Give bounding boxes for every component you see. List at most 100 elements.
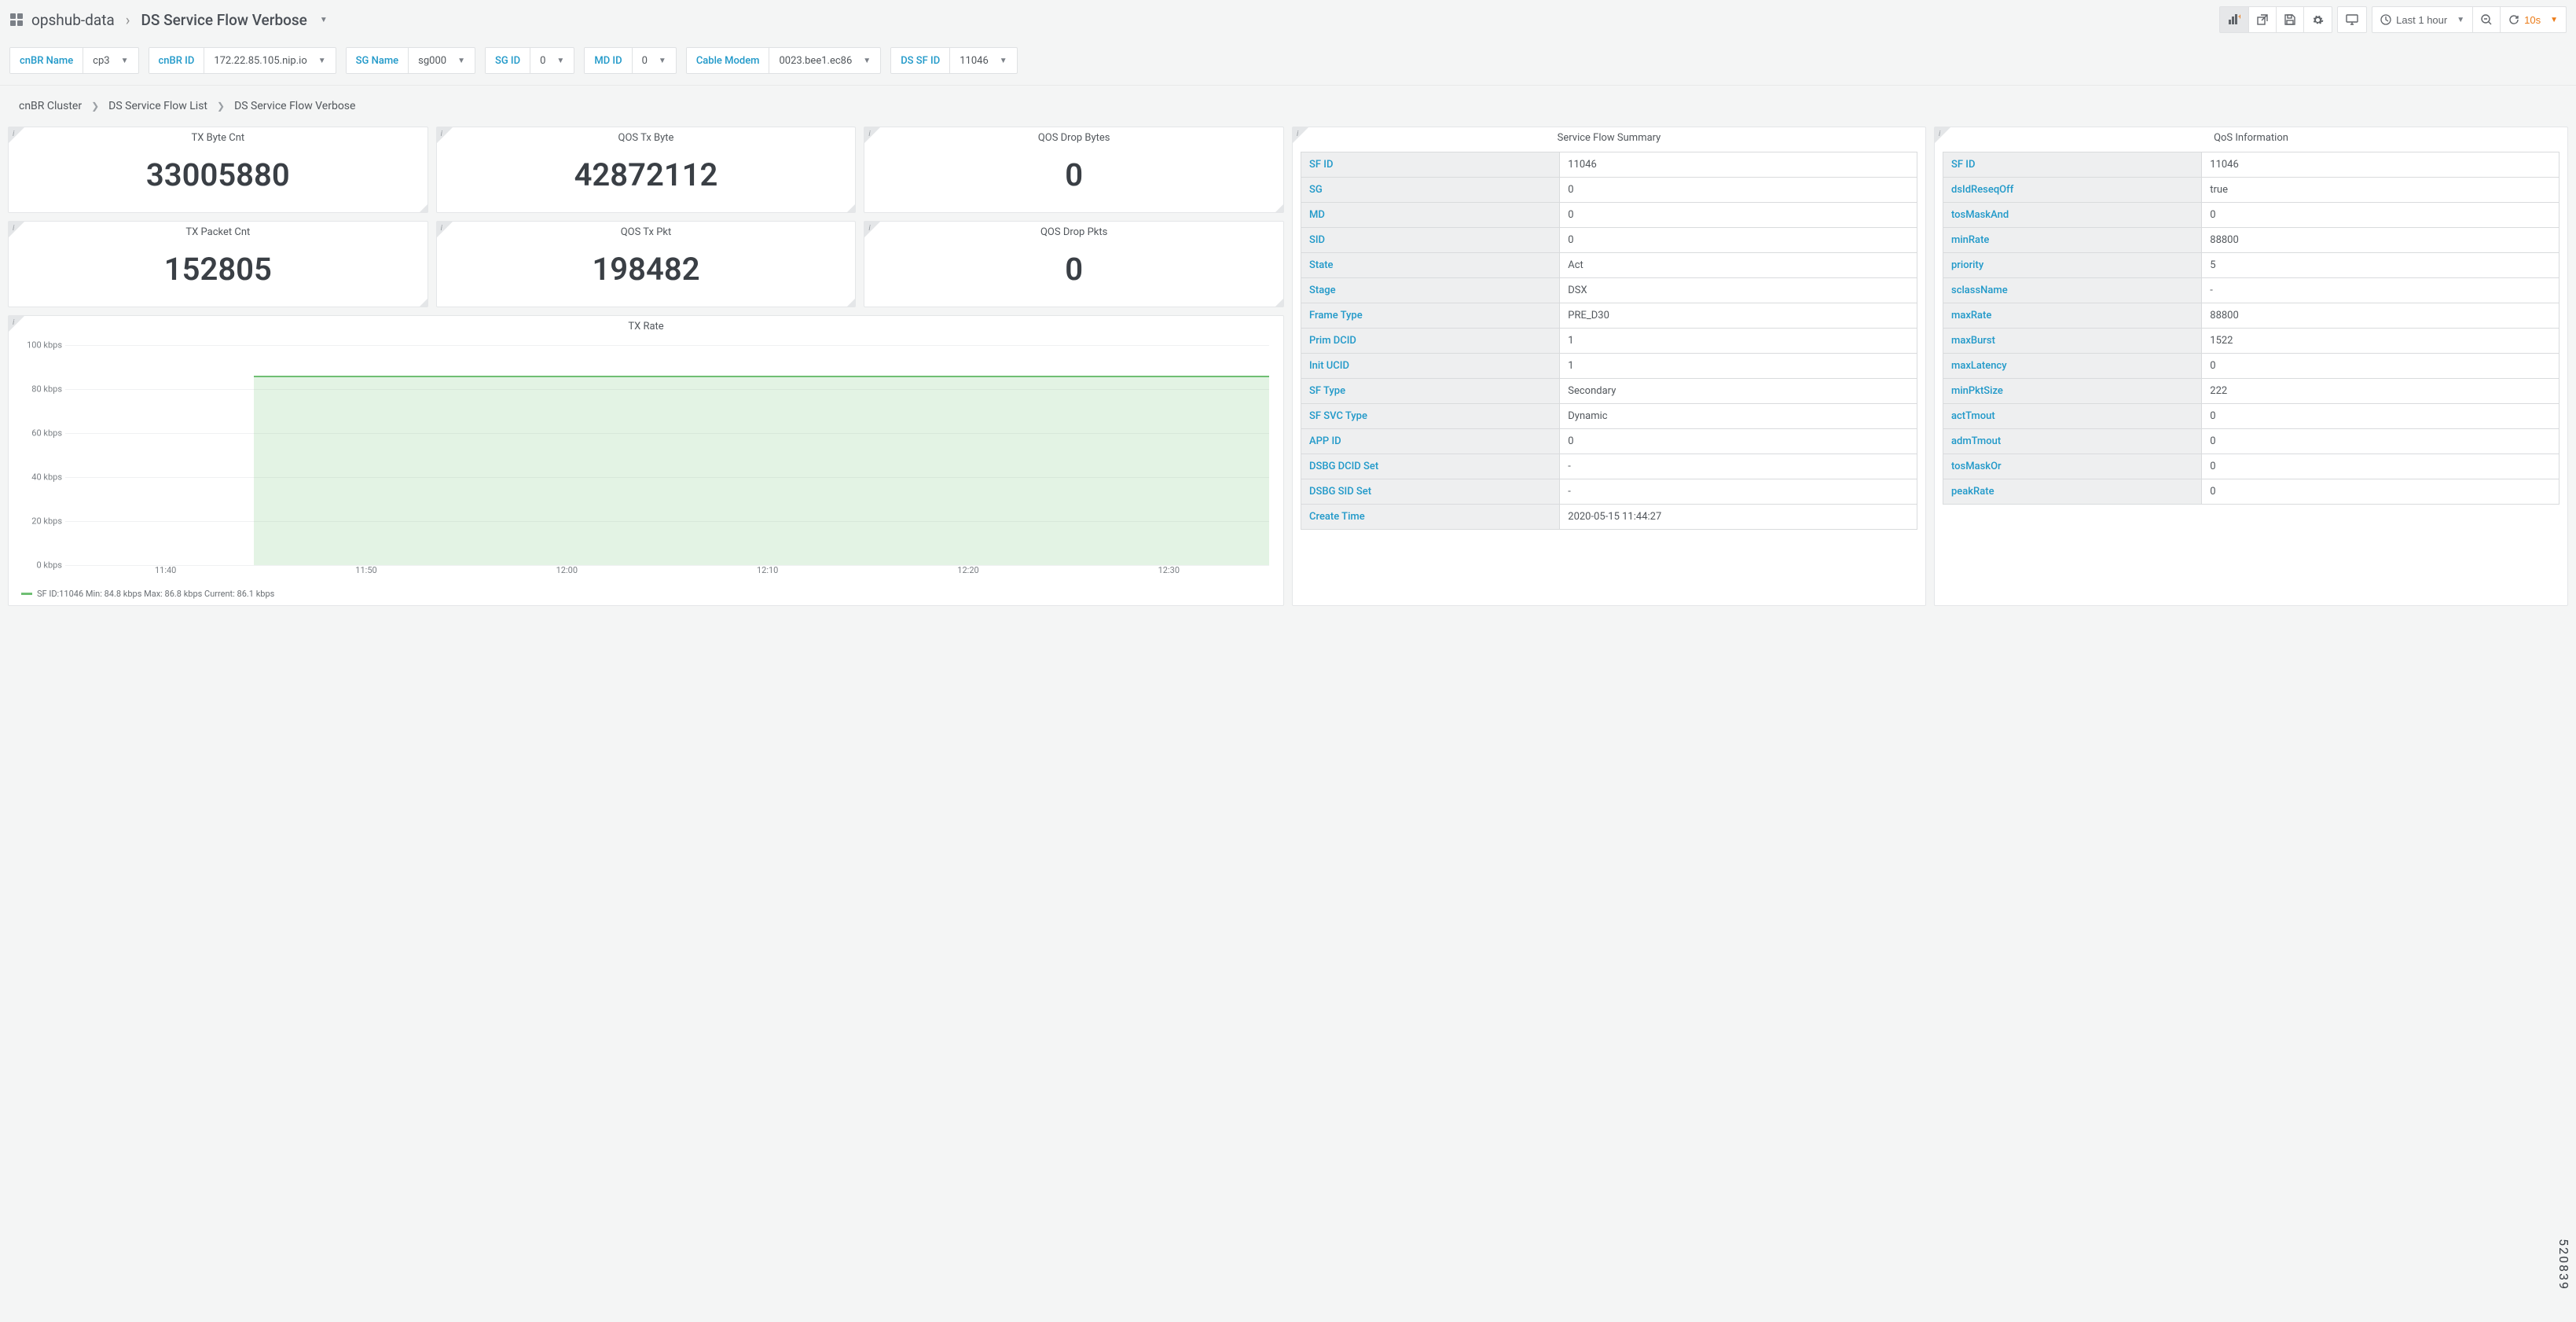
topbar-left: opshub-data › DS Service Flow Verbose ▼ [9,11,328,29]
breadcrumb-item[interactable]: DS Service Flow List [108,100,207,112]
share-icon [2257,14,2268,25]
kv-value: 2020-05-15 11:44:27 [1560,505,1917,530]
resize-handle[interactable] [847,299,855,307]
table-row: actTmout0 [1943,404,2559,429]
caret-down-icon: ▼ [659,57,666,65]
breadcrumb-folder[interactable]: opshub-data [31,11,115,29]
kv-key: minRate [1943,228,2202,253]
table-row: dsIdReseqOfftrue [1943,178,2559,203]
zoom-out-button[interactable] [2472,6,2501,33]
panel-tx-rate-chart: i TX Rate 0 kbps20 kbps40 kbps60 kbps80 … [8,315,1284,606]
y-tick-label: 20 kbps [23,516,62,527]
add-panel-button[interactable]: + [2219,6,2249,33]
table-row: Init UCID1 [1301,354,1917,379]
info-icon[interactable]: i [868,224,870,233]
kv-value: - [1560,479,1917,505]
variable-value-dropdown[interactable]: 0▼ [530,48,574,73]
panel-corner [1293,127,1308,143]
kv-key: DSBG DCID Set [1301,454,1560,479]
topbar-right: + [2219,6,2567,33]
info-icon[interactable]: i [13,318,14,327]
breadcrumb-item[interactable]: cnBR Cluster [19,100,82,112]
kv-value: 11046 [1560,152,1917,178]
chart-legend[interactable]: SF ID:11046 Min: 84.8 kbps Max: 86.8 kbp… [9,586,1283,605]
stat-value: 42872112 [437,145,856,212]
time-range-label: Last 1 hour [2396,14,2447,26]
caret-down-icon: ▼ [2457,16,2464,24]
gear-icon [2312,14,2324,26]
table-row: peakRate0 [1943,479,2559,505]
table-row: DSBG DCID Set- [1301,454,1917,479]
panel-corner [437,222,453,237]
kv-key: maxLatency [1943,354,2202,379]
panel-qos-drop-bytes: i QOS Drop Bytes 0 [864,127,1284,213]
caret-down-icon[interactable]: ▼ [320,16,328,24]
panel-tx-packet-cnt: i TX Packet Cnt 152805 [8,221,428,307]
info-icon[interactable]: i [13,130,14,138]
variable-value-dropdown[interactable]: sg000▼ [409,48,475,73]
resize-handle[interactable] [420,204,427,212]
kv-value: 0 [2202,203,2559,228]
kv-value: 0 [2202,354,2559,379]
panel-qos-drop-pkts: i QOS Drop Pkts 0 [864,221,1284,307]
x-tick-label: 12:20 [957,565,978,575]
table-row: SF ID11046 [1301,152,1917,178]
kv-value: 0 [1560,203,1917,228]
panel-grid: i TX Byte Cnt 33005880 i QOS Tx Byte 428… [0,120,2576,614]
table-row: DSBG SID Set- [1301,479,1917,505]
dashboard-icon[interactable] [9,13,24,27]
table-row: StateAct [1301,253,1917,278]
kv-key: maxBurst [1943,329,2202,354]
bar-chart-icon: + [2228,14,2240,25]
panel-qos-tx-byte: i QOS Tx Byte 42872112 [436,127,857,213]
clock-icon [2380,14,2391,25]
variable-value-dropdown[interactable]: 11046▼ [950,48,1016,73]
chart-body[interactable]: 0 kbps20 kbps40 kbps60 kbps80 kbps100 kb… [9,334,1283,586]
y-tick-label: 0 kbps [23,560,62,571]
variable-value-dropdown[interactable]: 172.22.85.105.nip.io▼ [204,48,335,73]
x-tick-label: 12:00 [556,565,578,575]
panel-title: TX Byte Cnt [9,127,427,145]
table-row: MD0 [1301,203,1917,228]
info-icon[interactable]: i [1297,130,1298,138]
variable-value-text: 11046 [960,55,989,67]
kv-key: minPktSize [1943,379,2202,404]
variable-value-dropdown[interactable]: 0023.bee1.ec86▼ [769,48,880,73]
refresh-button[interactable]: 10s ▼ [2500,6,2567,33]
info-icon[interactable]: i [441,224,442,233]
resize-handle[interactable] [420,299,427,307]
resize-handle[interactable] [1275,204,1283,212]
kv-value: 1 [1560,354,1917,379]
resize-handle[interactable] [847,204,855,212]
save-button[interactable] [2276,6,2304,33]
settings-button[interactable] [2303,6,2332,33]
kv-key: SG [1301,178,1560,203]
info-icon[interactable]: i [1939,130,1940,138]
share-button[interactable] [2248,6,2277,33]
refresh-icon [2508,14,2519,25]
kv-value: Secondary [1560,379,1917,404]
panel-corner [1935,127,1950,143]
page-title[interactable]: DS Service Flow Verbose [141,11,307,29]
kv-key: Frame Type [1301,303,1560,329]
table-row: minPktSize222 [1943,379,2559,404]
resize-handle[interactable] [1275,299,1283,307]
panel-corner [864,127,880,143]
kv-key: maxRate [1943,303,2202,329]
info-icon[interactable]: i [441,130,442,138]
info-icon[interactable]: i [868,130,870,138]
kv-value: 88800 [2202,228,2559,253]
table-row: maxRate88800 [1943,303,2559,329]
panel-tx-byte-cnt: i TX Byte Cnt 33005880 [8,127,428,213]
time-range-button[interactable]: Last 1 hour ▼ [2372,6,2473,33]
kv-key: Prim DCID [1301,329,1560,354]
panel-title: QOS Tx Byte [437,127,856,145]
variable-value-dropdown[interactable]: 0▼ [633,48,676,73]
kv-value: Dynamic [1560,404,1917,429]
table-row: Frame TypePRE_D30 [1301,303,1917,329]
view-mode-button[interactable] [2337,6,2367,33]
info-icon[interactable]: i [13,224,14,233]
variable-value-dropdown[interactable]: cp3▼ [83,48,138,73]
panel-title: Service Flow Summary [1293,127,1925,145]
kv-value: DSX [1560,278,1917,303]
